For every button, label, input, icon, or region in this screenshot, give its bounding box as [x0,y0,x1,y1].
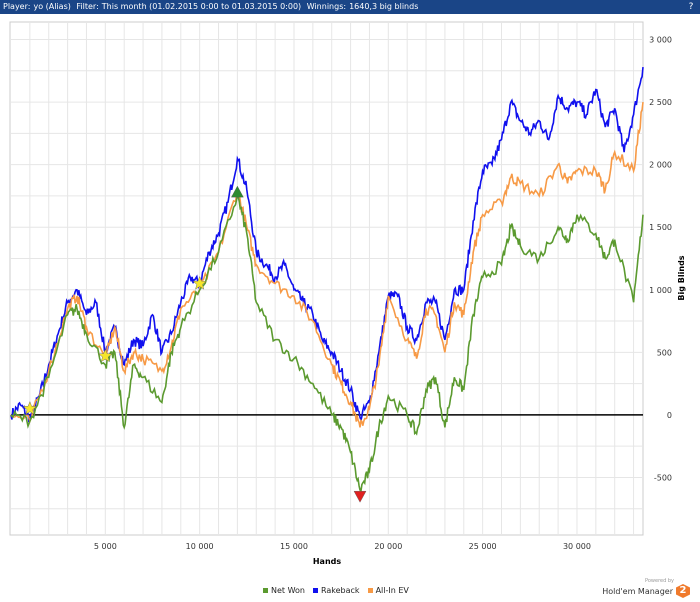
legend-item[interactable]: Net Won [263,586,305,595]
hem2-logo-icon: 2 [676,584,690,598]
x-tick-label: 10 000 [186,542,214,551]
y-tick-label: 500 [657,348,672,357]
product-name: Hold'em Manager [602,586,673,596]
legend-swatch [367,588,373,593]
x-tick-label: 25 000 [469,542,497,551]
branding: Powered by Hold'em Manager 2 [602,578,690,598]
legend-label: All-In EV [375,586,409,595]
legend-label: Rakeback [321,586,360,595]
grid [9,21,644,536]
y-tick-label: 2 000 [649,161,672,170]
y-tick-label: 0 [667,411,672,420]
y-tick-label: 1 000 [649,286,672,295]
x-tick-label: 30 000 [563,542,591,551]
legend: Net Won Rakeback All-In EV [263,586,409,595]
x-axis-label: Hands [313,557,342,566]
legend-item[interactable]: All-In EV [367,586,409,595]
legend-swatch [263,588,268,593]
x-tick-label: 15 000 [280,542,308,551]
x-tick-label: 20 000 [374,542,402,551]
winnings-chart: 5 000 10 000 15 000 20 000 25 000 30 000 -500 0… [9,21,686,566]
x-tick-label: 5 000 [94,542,117,551]
legend-label: Net Won [271,586,305,595]
y-tick-label: 1 500 [649,223,672,232]
y-tick-label: 3 000 [649,36,672,45]
legend-swatch [313,588,318,593]
y-tick-label: -500 [654,473,672,482]
y-axis-label: Big Blinds [677,255,686,300]
legend-item[interactable]: Rakeback [313,586,360,595]
y-tick-label: 2 500 [649,98,672,107]
